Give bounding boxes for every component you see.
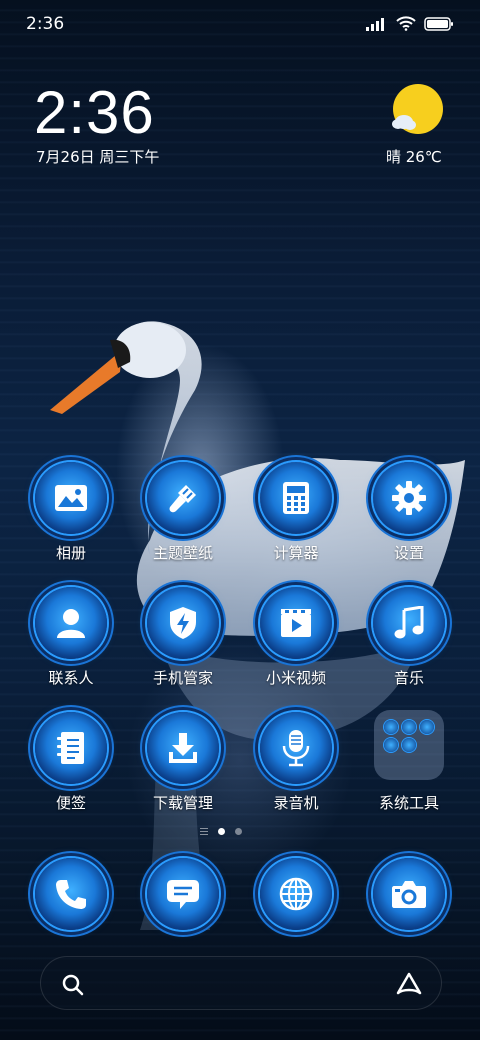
app-themes[interactable]: 主题壁纸 <box>127 462 239 566</box>
weather-text: 晴 26℃ <box>386 148 442 166</box>
app-settings[interactable]: 设置 <box>353 462 465 566</box>
app-contacts[interactable]: 联系人 <box>15 587 127 691</box>
signal-icon <box>366 17 384 31</box>
calculator-icon <box>260 462 332 534</box>
app-video[interactable]: 小米视频 <box>240 587 352 691</box>
app-label: 下载管理 <box>152 794 213 812</box>
app-label: 小米视频 <box>265 669 326 687</box>
browser-globe-icon <box>260 858 332 930</box>
page-dot-active <box>218 828 225 835</box>
folder-mini-app-icon <box>384 738 398 752</box>
dock-camera[interactable] <box>353 858 465 962</box>
search-icon[interactable] <box>61 973 85 997</box>
dock-phone[interactable] <box>15 858 127 962</box>
app-music[interactable]: 音乐 <box>353 587 465 691</box>
app-label: 相册 <box>55 544 86 562</box>
app-label: 计算器 <box>273 544 319 562</box>
dock-messages[interactable] <box>127 858 239 962</box>
app-label: 系统工具 <box>378 794 439 812</box>
partly-cloudy-sun-icon[interactable] <box>390 84 446 136</box>
folder-icon[interactable] <box>374 710 444 780</box>
app-recorder[interactable]: 录音机 <box>240 712 352 816</box>
status-time: 2:36 <box>26 14 65 34</box>
gallery-icon <box>35 462 107 534</box>
app-label: 手机管家 <box>152 669 213 687</box>
app-label: 录音机 <box>273 794 319 812</box>
folder-mini-app-icon <box>420 720 434 734</box>
music-note-icon <box>373 587 445 659</box>
page-dot <box>235 828 242 835</box>
app-downloads[interactable]: 下载管理 <box>127 712 239 816</box>
search-bar[interactable] <box>40 956 442 1010</box>
phone-icon <box>35 858 107 930</box>
app-label: 便签 <box>55 794 86 812</box>
paintbrush-icon <box>147 462 219 534</box>
gear-icon <box>373 462 445 534</box>
folder-mini-app-icon <box>384 720 398 734</box>
app-label: 音乐 <box>393 669 424 687</box>
app-label: 主题壁纸 <box>152 544 213 562</box>
video-icon <box>260 587 332 659</box>
contact-icon <box>35 587 107 659</box>
message-icon <box>147 858 219 930</box>
app-label: 设置 <box>393 544 424 562</box>
app-gallery[interactable]: 相册 <box>15 462 127 566</box>
feed-page-indicator <box>200 828 208 835</box>
camera-icon <box>373 858 445 930</box>
status-icons <box>366 16 454 31</box>
folder-mini-app-icon <box>402 720 416 734</box>
wifi-icon <box>396 16 416 31</box>
dock-browser[interactable] <box>240 858 352 962</box>
app-notes[interactable]: 便签 <box>15 712 127 816</box>
security-shield-icon <box>147 587 219 659</box>
app-calculator[interactable]: 计算器 <box>240 462 352 566</box>
microphone-icon <box>260 712 332 784</box>
assistant-icon[interactable] <box>395 971 423 997</box>
page-indicator[interactable] <box>200 828 242 835</box>
download-icon <box>147 712 219 784</box>
battery-icon <box>424 16 453 31</box>
app-security[interactable]: 手机管家 <box>127 587 239 691</box>
clock-date: 7月26日 周三下午 <box>36 148 160 166</box>
notepad-icon <box>35 712 107 784</box>
app-label: 联系人 <box>48 669 94 687</box>
clock-time[interactable]: 2:36 <box>34 78 155 147</box>
folder-mini-app-icon <box>402 738 416 752</box>
status-bar: 2:36 <box>0 0 480 50</box>
